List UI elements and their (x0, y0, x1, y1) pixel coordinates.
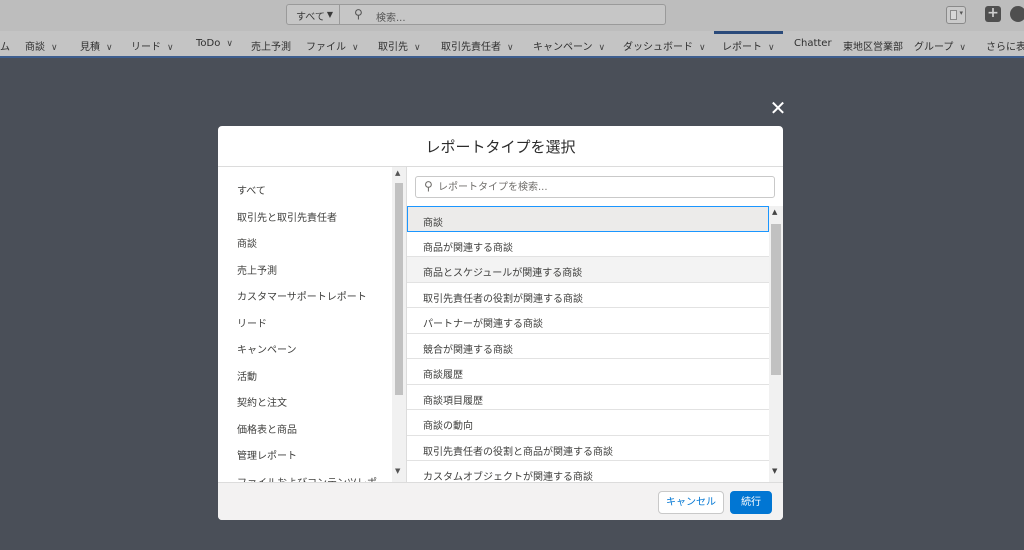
nav-item[interactable]: ファイル ∨ (306, 38, 359, 53)
nav-item-label: ダッシュボード (623, 42, 693, 53)
scrollbar-thumb[interactable] (771, 224, 781, 375)
category-item[interactable]: ファイルおよびコンテンツレポ (237, 474, 377, 483)
modal-header: レポートタイプを選択 (218, 126, 783, 167)
category-item[interactable]: 管理レポート (237, 447, 297, 462)
category-scrollbar[interactable]: ▲ ▼ (392, 167, 406, 482)
chevron-down-icon: ▼ (326, 10, 333, 19)
nav-item-label: 売上予測 (251, 42, 291, 53)
nav-item[interactable]: 売上予測 (251, 38, 291, 53)
report-type-row[interactable]: 競合が関連する商談 (407, 334, 769, 359)
nav-item-label: 見積 (80, 42, 100, 53)
chevron-down-icon[interactable]: ∨ (226, 39, 233, 49)
category-item[interactable]: 取引先と取引先責任者 (237, 209, 337, 224)
nav-item[interactable]: ダッシュボード ∨ (623, 38, 706, 53)
global-header: すべて ▼ ⚲ 検索... ▾ + (0, 0, 1024, 31)
report-type-row[interactable]: 取引先責任者の役割と商品が関連する商談 (407, 436, 769, 461)
nav-item[interactable]: 見積 ∨ (80, 38, 113, 53)
nav-item-label: ム (0, 42, 10, 53)
nav-item-label: さらに表 (986, 42, 1024, 53)
nav-item-label: キャンペーン (533, 42, 593, 53)
report-type-search-input[interactable] (438, 180, 768, 194)
nav-item[interactable]: リード ∨ (131, 38, 174, 53)
nav-item[interactable]: グループ ∨ (914, 38, 966, 53)
close-icon[interactable]: ✕ (769, 98, 787, 118)
chevron-down-icon[interactable]: ∨ (599, 43, 606, 53)
global-search-placeholder: 検索... (376, 13, 406, 24)
cancel-button[interactable]: キャンセル (658, 491, 724, 514)
nav-item[interactable]: 取引先 ∨ (378, 38, 421, 53)
nav-item[interactable]: キャンペーン ∨ (533, 38, 605, 53)
report-type-search[interactable]: ⚲ (415, 176, 775, 198)
nav-item-label: ToDo (196, 38, 221, 49)
category-item[interactable]: 商談 (237, 235, 257, 250)
search-scope-dropdown[interactable]: すべて ▼ (286, 4, 340, 25)
scroll-down-icon[interactable]: ▼ (772, 467, 777, 475)
nav-item[interactable]: さらに表 (986, 38, 1024, 53)
nav-item[interactable]: ム (0, 38, 10, 53)
category-item[interactable]: 価格表と商品 (237, 421, 297, 436)
nav-item[interactable]: ToDo ∨ (196, 38, 233, 49)
report-type-row[interactable]: カスタムオブジェクトが関連する商談 (407, 461, 769, 482)
report-type-row[interactable]: 商談項目履歴 (407, 385, 769, 410)
favorites-icon (950, 10, 957, 20)
global-search-input[interactable]: ⚲ 検索... (340, 4, 666, 25)
search-icon: ⚲ (424, 179, 433, 193)
favorites-button[interactable]: ▾ (946, 6, 966, 24)
category-item[interactable]: 契約と注文 (237, 394, 287, 409)
report-type-row[interactable]: 商品とスケジュールが関連する商談 (407, 257, 769, 283)
chevron-down-icon[interactable]: ∨ (167, 43, 174, 53)
chevron-down-icon[interactable]: ∨ (507, 43, 514, 53)
nav-item-label: Chatter (794, 38, 832, 49)
report-type-modal: レポートタイプを選択 ファイルおよびコンテンツレポ 管理レポート価格表と商品契約と… (218, 126, 783, 520)
report-type-row[interactable]: 商談 (407, 206, 769, 232)
category-item[interactable]: 売上予測 (237, 262, 277, 277)
scroll-up-icon[interactable]: ▲ (772, 208, 777, 216)
chevron-down-icon[interactable]: ∨ (414, 43, 421, 53)
chevron-down-icon[interactable]: ∨ (959, 43, 966, 53)
category-item[interactable]: リード (237, 315, 267, 330)
nav-item[interactable]: レポート ∨ (714, 31, 783, 53)
modal-footer: キャンセル 続行 (218, 482, 783, 520)
report-type-row[interactable]: 商品が関連する商談 (407, 232, 769, 257)
category-item[interactable]: すべて (237, 182, 266, 197)
global-actions-button[interactable]: + (985, 6, 1001, 22)
report-type-row[interactable]: 商談履歴 (407, 359, 769, 385)
nav-item[interactable]: Chatter (794, 38, 832, 49)
nav-item[interactable]: 東地区営業部 (843, 38, 903, 53)
nav-item-label: 取引先責任者 (441, 42, 501, 53)
chevron-down-icon[interactable]: ∨ (51, 43, 58, 53)
nav-item-label: レポート (722, 42, 762, 53)
report-type-list: 商談 商品が関連する商談 商品とスケジュールが関連する商談 取引先責任者の役割が関連す… (407, 206, 769, 482)
chevron-down-icon[interactable]: ∨ (106, 43, 113, 53)
category-item[interactable]: カスタマーサポートレポート (237, 288, 367, 303)
scrollbar-thumb[interactable] (395, 183, 403, 395)
chevron-down-icon[interactable]: ∨ (699, 43, 706, 53)
next-button[interactable]: 続行 (730, 491, 772, 514)
scroll-down-icon[interactable]: ▼ (395, 467, 400, 475)
report-type-row[interactable]: 取引先責任者の役割が関連する商談 (407, 283, 769, 308)
chevron-down-icon[interactable]: ∨ (352, 43, 359, 53)
category-list: ファイルおよびコンテンツレポ 管理レポート価格表と商品契約と注文 活動 キャンペーンリ… (218, 167, 407, 482)
nav-item-label: ファイル (306, 42, 346, 53)
nav-item-label: グループ (914, 42, 954, 53)
nav-item[interactable]: 取引先責任者 ∨ (441, 38, 514, 53)
report-type-row[interactable]: パートナーが関連する商談 (407, 308, 769, 334)
nav-item[interactable]: 商談 ∨ (25, 38, 58, 53)
scroll-up-icon[interactable]: ▲ (395, 169, 400, 177)
nav-item-label: 商談 (25, 42, 45, 53)
category-item[interactable]: キャンペーン (237, 341, 297, 356)
report-type-row[interactable]: 商談の動向 (407, 410, 769, 436)
modal-title: レポートタイプを選択 (425, 138, 576, 156)
chevron-down-icon[interactable]: ∨ (768, 43, 775, 53)
search-scope-label: すべて (296, 12, 325, 23)
chevron-down-icon: ▾ (959, 9, 963, 17)
search-icon: ⚲ (354, 7, 363, 21)
setup-icon[interactable] (1010, 6, 1024, 22)
nav-item-label: リード (131, 42, 161, 53)
nav-bar: ム商談 ∨ 見積 ∨ リード ∨ ToDo ∨ 売上予測 ファイル ∨ 取引先 ∨ 取引先責任者 ∨ キャンペ… (0, 31, 1024, 58)
category-item[interactable]: 活動 (237, 368, 257, 383)
report-type-scrollbar[interactable]: ▲ ▼ (769, 206, 783, 482)
nav-item-label: 東地区営業部 (843, 42, 903, 53)
nav-item-label: 取引先 (378, 42, 408, 53)
